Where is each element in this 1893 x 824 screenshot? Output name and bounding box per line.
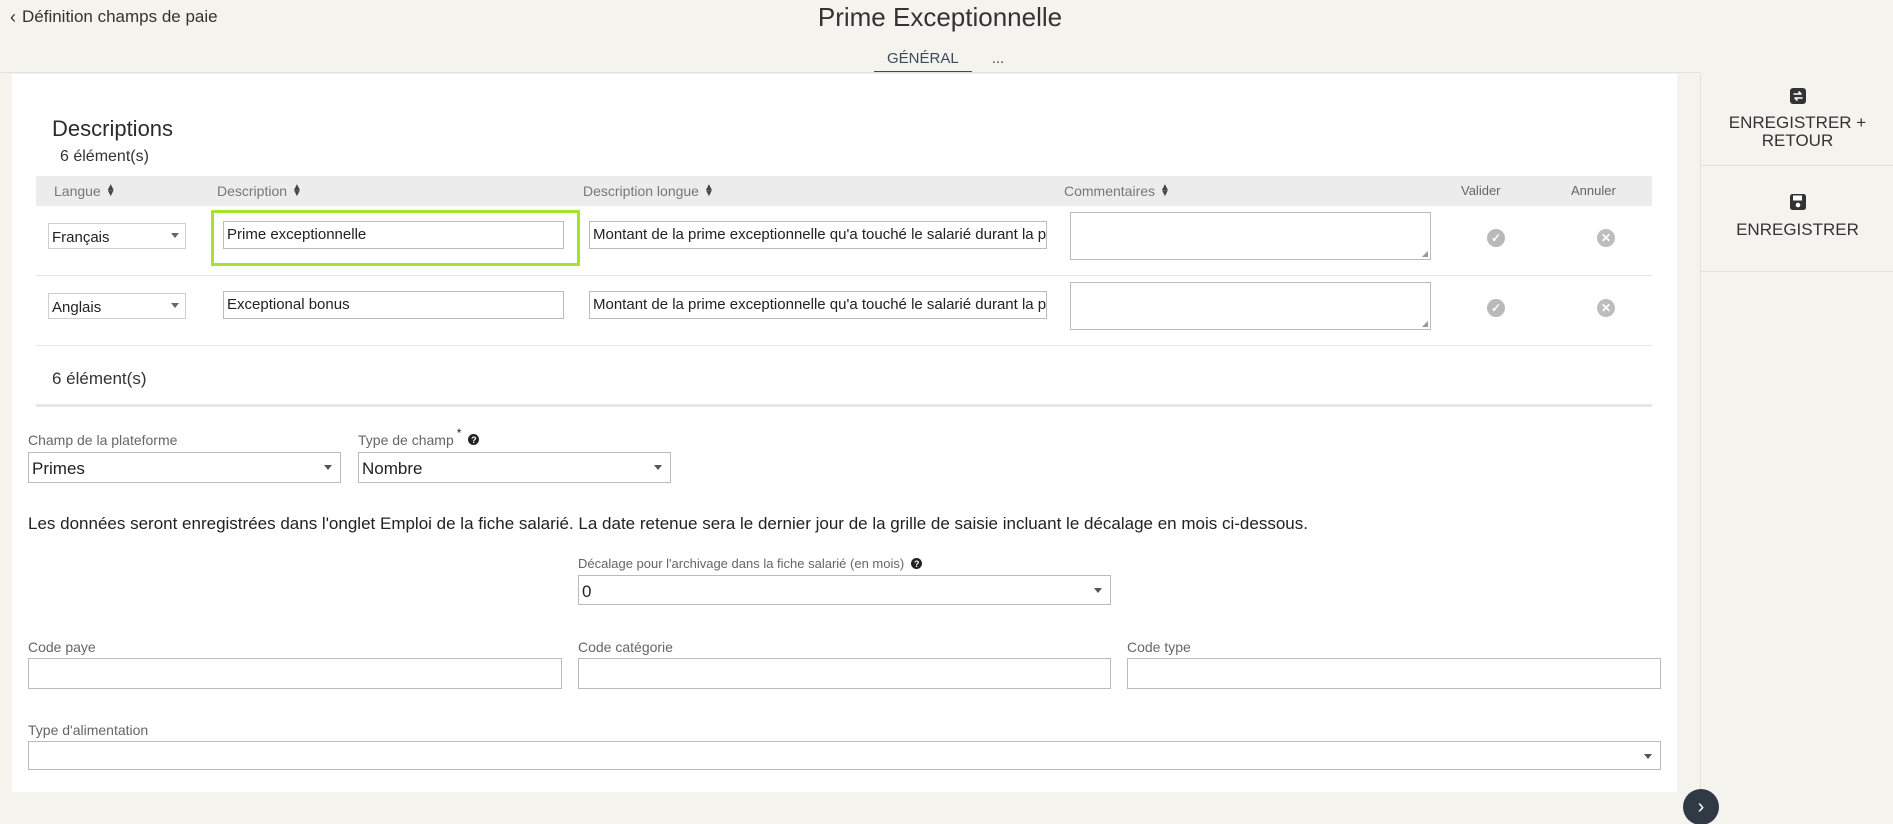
chevron-down-icon bbox=[1094, 588, 1102, 593]
main-panel: Descriptions 6 élément(s) Langue ▲ ▼ Desc… bbox=[12, 74, 1677, 792]
description-input[interactable]: Prime exceptionnelle bbox=[223, 221, 564, 249]
section-divider bbox=[36, 404, 1652, 407]
sort-icon: ▲ ▼ bbox=[1160, 182, 1170, 199]
commentaires-textarea[interactable]: ◢ bbox=[1070, 282, 1431, 330]
code-categorie-label: Code catégorie bbox=[578, 639, 673, 655]
resize-grip-icon: ◢ bbox=[1421, 249, 1428, 258]
item-count-top: 6 élément(s) bbox=[60, 148, 149, 165]
col-header-langue[interactable]: Langue ▲ ▼ bbox=[54, 182, 116, 200]
check-icon[interactable]: ✓ bbox=[1487, 299, 1505, 317]
champ-plateforme-value: Primes bbox=[32, 459, 85, 478]
question-icon[interactable]: ? bbox=[468, 434, 480, 445]
chevron-down-icon bbox=[324, 465, 332, 470]
header-divider bbox=[0, 72, 1700, 73]
langue-select[interactable]: Français bbox=[48, 223, 186, 249]
decalage-label: Décalage pour l'archivage dans la fiche … bbox=[578, 556, 923, 571]
resize-grip-icon: ◢ bbox=[1421, 319, 1428, 328]
code-type-input[interactable] bbox=[1127, 658, 1661, 689]
col-header-valider: Valider bbox=[1461, 183, 1501, 198]
champ-plateforme-label: Champ de la plateforme bbox=[28, 432, 177, 448]
chevron-down-icon bbox=[171, 303, 179, 308]
check-icon[interactable]: ✓ bbox=[1487, 229, 1505, 247]
col-header-description-longue-label: Description longue bbox=[583, 183, 699, 199]
col-header-description-longue[interactable]: Description longue ▲ ▼ bbox=[583, 182, 714, 200]
type-champ-label: Type de champ * ? bbox=[358, 426, 480, 448]
col-header-commentaires-label: Commentaires bbox=[1064, 183, 1156, 199]
floppy-disk-icon bbox=[1789, 194, 1806, 210]
chevron-down-icon bbox=[654, 465, 662, 470]
description-input[interactable]: Exceptional bonus bbox=[223, 291, 564, 319]
descriptions-title: Descriptions bbox=[52, 116, 174, 141]
champ-plateforme-select[interactable]: Primes bbox=[28, 452, 341, 483]
commentaires-textarea[interactable]: ◢ bbox=[1070, 212, 1431, 260]
code-categorie-input[interactable] bbox=[578, 658, 1111, 689]
save-return-button[interactable]: ENREGISTRER + RETOUR bbox=[1701, 86, 1893, 166]
champ-plateforme-label-text: Champ de la plateforme bbox=[28, 432, 178, 448]
save-return-label: ENREGISTRER + RETOUR bbox=[1728, 113, 1867, 150]
page-title: Prime Exceptionnelle bbox=[817, 2, 1063, 32]
decalage-label-text: Décalage pour l'archivage dans la fiche … bbox=[578, 556, 905, 571]
type-champ-label-text: Type de champ bbox=[358, 432, 454, 448]
col-header-description-label: Description bbox=[217, 183, 288, 199]
type-alimentation-label: Type d'alimentation bbox=[28, 722, 149, 738]
langue-select[interactable]: Anglais bbox=[48, 293, 186, 319]
tab-more[interactable]: ... bbox=[972, 48, 1018, 73]
col-header-langue-label: Langue bbox=[54, 183, 101, 199]
question-icon[interactable]: ? bbox=[911, 558, 923, 569]
tab-general[interactable]: GÉNÉRAL bbox=[874, 48, 972, 73]
close-icon[interactable]: ✕ bbox=[1597, 299, 1615, 317]
descriptions-grid: Langue ▲ ▼ Description ▲ ▼ Description lon… bbox=[36, 176, 1652, 346]
item-count-bottom: 6 élément(s) bbox=[52, 369, 147, 388]
decalage-value: 0 bbox=[582, 582, 592, 601]
type-champ-value: Nombre bbox=[362, 459, 423, 478]
table-row: Français Prime exceptionnelle Montant de… bbox=[36, 206, 1652, 276]
sort-icon: ▲ ▼ bbox=[105, 182, 116, 199]
action-panel: ENREGISTRER + RETOUR ENREGISTRER bbox=[1700, 74, 1893, 824]
type-alimentation-select[interactable] bbox=[28, 741, 1661, 770]
code-type-label: Code type bbox=[1127, 639, 1191, 655]
langue-select-value: Anglais bbox=[52, 299, 102, 316]
sort-icon: ▲ ▼ bbox=[703, 182, 714, 199]
type-champ-select[interactable]: Nombre bbox=[358, 452, 671, 483]
decalage-select[interactable]: 0 bbox=[578, 575, 1111, 605]
chevron-down-icon bbox=[1644, 754, 1652, 759]
table-row: Anglais Exceptional bonus Montant de la … bbox=[36, 276, 1652, 346]
close-icon[interactable]: ✕ bbox=[1597, 229, 1615, 247]
save-button[interactable]: ENREGISTRER bbox=[1701, 192, 1893, 272]
col-header-annuler: Annuler bbox=[1571, 183, 1616, 198]
sort-icon: ▲ ▼ bbox=[292, 182, 302, 199]
langue-select-value: Français bbox=[52, 229, 110, 246]
code-paye-input[interactable] bbox=[28, 658, 562, 689]
chevron-right-icon[interactable]: › bbox=[1683, 789, 1719, 824]
col-header-description[interactable]: Description ▲ ▼ bbox=[217, 182, 302, 200]
chevron-down-icon bbox=[171, 233, 179, 238]
tab-bar: GÉNÉRAL ... bbox=[874, 48, 1017, 73]
info-text: Les données seront enregistrées dans l'o… bbox=[28, 514, 1308, 533]
save-return-icon bbox=[1789, 88, 1806, 104]
description-longue-input[interactable]: Montant de la prime exceptionnelle qu'a … bbox=[589, 291, 1047, 319]
save-label: ENREGISTRER bbox=[1736, 220, 1859, 239]
description-longue-input[interactable]: Montant de la prime exceptionnelle qu'a … bbox=[589, 221, 1047, 249]
code-paye-label: Code paye bbox=[28, 639, 96, 655]
grid-header: Langue ▲ ▼ Description ▲ ▼ Description lon… bbox=[36, 176, 1652, 206]
col-header-commentaires[interactable]: Commentaires ▲ ▼ bbox=[1064, 182, 1170, 200]
required-mark: * bbox=[456, 426, 462, 440]
